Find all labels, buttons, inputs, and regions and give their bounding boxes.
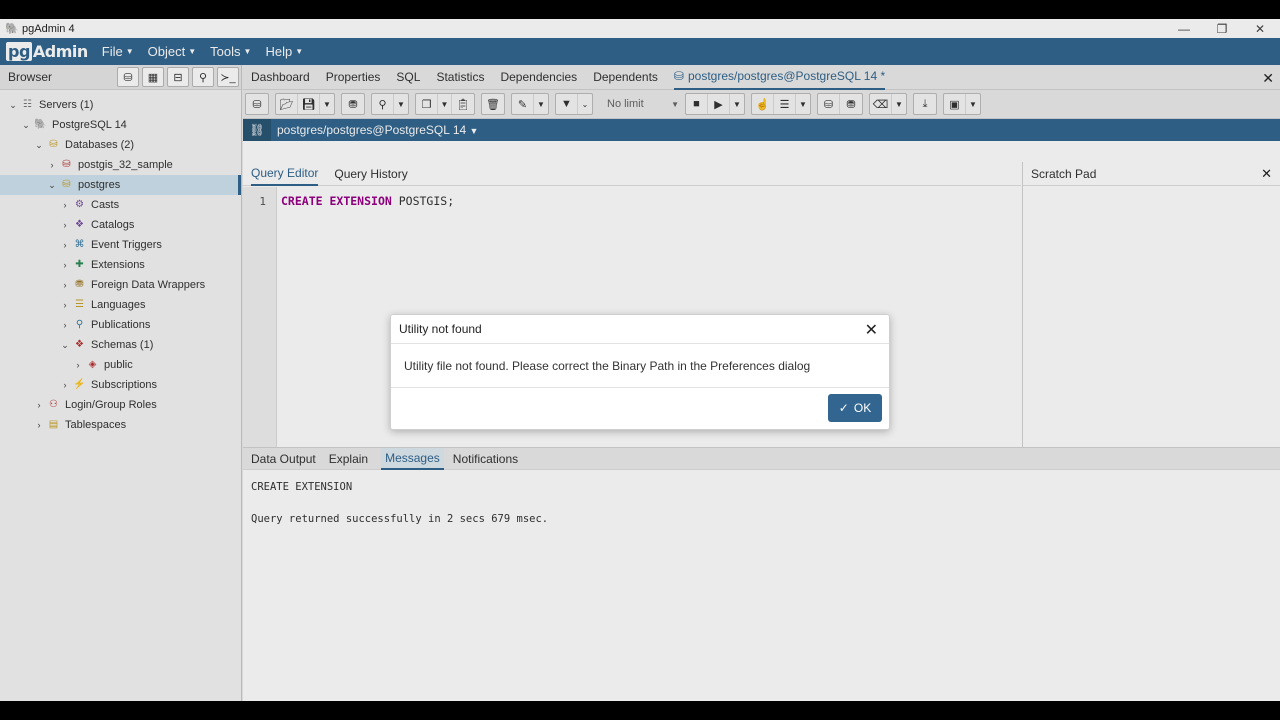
screen: 🐘 pgAdmin 4 — ❐ ✕ pg Admin File ▼ Object ▼ … <box>0 0 1280 720</box>
close-icon[interactable]: ✕ <box>865 320 878 340</box>
dialog-header: Utility not found ✕ <box>391 315 889 344</box>
dialog-title: Utility not found <box>399 322 482 336</box>
dialog-message: Utility file not found. Please correct t… <box>404 358 811 373</box>
utility-not-found-dialog: Utility not found ✕ Utility file not fou… <box>390 314 890 430</box>
dialog-body: Utility file not found. Please correct t… <box>391 344 889 388</box>
checkmark-icon: ✓ <box>838 401 849 415</box>
pgadmin-window: 🐘 pgAdmin 4 — ❐ ✕ pg Admin File ▼ Object ▼ … <box>0 19 1280 701</box>
ok-button[interactable]: ✓ OK <box>828 394 882 422</box>
